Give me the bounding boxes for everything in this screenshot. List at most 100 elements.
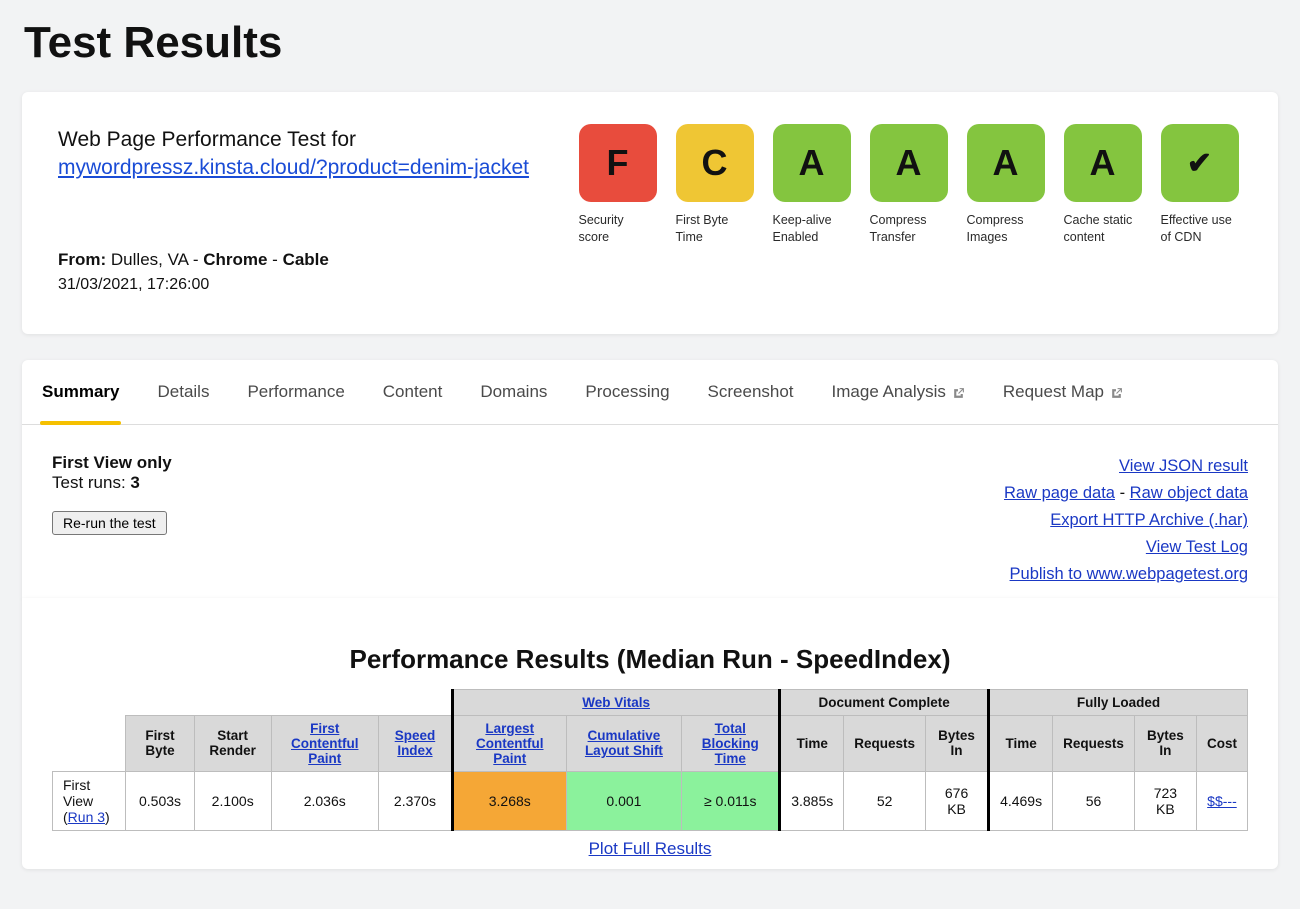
tab-domains[interactable]: Domains [480, 382, 547, 412]
from-label: From: [58, 250, 106, 269]
col-dc-requests: Requests [844, 715, 926, 771]
from-location: Dulles, VA [111, 250, 188, 269]
col-first-byte: First Byte [126, 715, 195, 771]
grade-keepalive: A Keep-alive Enabled [769, 124, 854, 246]
tab-details[interactable]: Details [157, 382, 209, 412]
page-title: Test Results [24, 18, 1278, 68]
tab-label: Request Map [1003, 382, 1104, 402]
cell-speed-index: 2.370s [378, 771, 452, 830]
col-start-render: Start Render [194, 715, 271, 771]
link-view-test-log[interactable]: View Test Log [1146, 538, 1248, 556]
col-lcp: Largest Contentful Paint [453, 715, 567, 771]
link-fcp[interactable]: First Contentful Paint [291, 721, 358, 766]
link-cost[interactable]: $$--- [1207, 793, 1237, 809]
test-runs-value: 3 [130, 473, 139, 492]
grade-label: Security score [579, 212, 657, 246]
link-raw-page[interactable]: Raw page data [1004, 484, 1115, 502]
cell-dc-time: 3.885s [780, 771, 844, 830]
col-speed-index: Speed Index [378, 715, 452, 771]
tabbar: Summary Details Performance Content Doma… [22, 360, 1278, 425]
group-web-vitals: Web Vitals [453, 689, 780, 715]
export-links: View JSON result Raw page data - Raw obj… [1004, 453, 1248, 589]
link-cls[interactable]: Cumulative Layout Shift [585, 728, 663, 758]
from-browser: Chrome [203, 250, 267, 269]
cell-dc-requests: 52 [844, 771, 926, 830]
cell-fl-time: 4.469s [989, 771, 1053, 830]
grade-badge: F [579, 124, 657, 202]
test-runs: Test runs: 3 [52, 473, 172, 493]
link-run[interactable]: Run 3 [68, 809, 105, 825]
link-lcp[interactable]: Largest Contentful Paint [476, 721, 543, 766]
grade-label: Cache static content [1064, 212, 1142, 246]
grade-label: Compress Transfer [870, 212, 948, 246]
results-table: Web Vitals Document Complete Fully Loade… [52, 689, 1248, 831]
intro-text: Web Page Performance Test for [58, 124, 555, 156]
link-speed-index[interactable]: Speed Index [395, 728, 436, 758]
cell-start-render: 2.100s [194, 771, 271, 830]
col-fcp: First Contentful Paint [271, 715, 378, 771]
cell-first-byte: 0.503s [126, 771, 195, 830]
test-summary-card: Web Page Performance Test for mywordpres… [22, 92, 1278, 334]
grade-label: Compress Images [967, 212, 1045, 246]
grade-compress-images: A Compress Images [963, 124, 1048, 246]
grade-strip: F Security score C First Byte Time A Kee… [575, 124, 1242, 246]
link-publish[interactable]: Publish to www.webpagetest.org [1010, 565, 1248, 583]
grade-badge: C [676, 124, 754, 202]
link-export-har[interactable]: Export HTTP Archive (.har) [1050, 511, 1248, 529]
external-link-icon [1110, 385, 1123, 398]
cell-fl-requests: 56 [1053, 771, 1135, 830]
col-fl-bytes: Bytes In [1134, 715, 1196, 771]
cell-fcp: 2.036s [271, 771, 378, 830]
cell-dc-bytes: 676 KB [926, 771, 989, 830]
tab-content[interactable]: Content [383, 382, 443, 412]
external-link-icon [952, 385, 965, 398]
from-connection: Cable [283, 250, 329, 269]
tab-request-map[interactable]: Request Map [1003, 382, 1123, 412]
grade-security: F Security score [575, 124, 660, 246]
grade-badge: A [1064, 124, 1142, 202]
grade-label: First Byte Time [676, 212, 754, 246]
cell-tbt: ≥ 0.011s [682, 771, 780, 830]
link-view-json[interactable]: View JSON result [1119, 457, 1248, 475]
tab-summary[interactable]: Summary [42, 382, 119, 412]
link-plot-full-results[interactable]: Plot Full Results [589, 839, 712, 858]
rerun-button[interactable]: Re-run the test [52, 511, 167, 535]
performance-results: Performance Results (Median Run - SpeedI… [22, 598, 1278, 869]
test-runs-label: Test runs: [52, 473, 130, 492]
link-web-vitals[interactable]: Web Vitals [582, 695, 650, 710]
link-tbt[interactable]: Total Blocking Time [702, 721, 759, 766]
grade-compress-transfer: A Compress Transfer [866, 124, 951, 246]
cell-cls: 0.001 [566, 771, 682, 830]
col-tbt: Total Blocking Time [682, 715, 780, 771]
tab-screenshot[interactable]: Screenshot [708, 382, 794, 412]
link-raw-object[interactable]: Raw object data [1130, 484, 1248, 502]
col-dc-time: Time [780, 715, 844, 771]
table-row: First View (Run 3) 0.503s 2.100s 2.036s … [53, 771, 1248, 830]
tab-label: Image Analysis [832, 382, 946, 402]
cell-lcp: 3.268s [453, 771, 567, 830]
cell-fl-bytes: 723 KB [1134, 771, 1196, 830]
group-fully-loaded: Fully Loaded [989, 689, 1248, 715]
row-label: First View (Run 3) [53, 771, 126, 830]
tab-image-analysis[interactable]: Image Analysis [832, 382, 965, 412]
grade-cache-static: A Cache static content [1060, 124, 1145, 246]
col-fl-requests: Requests [1053, 715, 1135, 771]
grade-first-byte: C First Byte Time [672, 124, 757, 246]
tested-url-link[interactable]: mywordpressz.kinsta.cloud/?product=denim… [58, 156, 529, 179]
col-cls: Cumulative Layout Shift [566, 715, 682, 771]
perf-title: Performance Results (Median Run - SpeedI… [52, 644, 1248, 675]
grade-badge: A [967, 124, 1045, 202]
test-meta: From: Dulles, VA - Chrome - Cable 31/03/… [58, 250, 555, 294]
grade-label: Effective use of CDN [1161, 212, 1239, 246]
col-fl-time: Time [989, 715, 1053, 771]
tab-processing[interactable]: Processing [585, 382, 669, 412]
detail-card: Summary Details Performance Content Doma… [22, 360, 1278, 599]
grade-badge: A [773, 124, 851, 202]
cell-cost: $$--- [1196, 771, 1247, 830]
tab-performance[interactable]: Performance [247, 382, 344, 412]
grade-cdn: ✔ Effective use of CDN [1157, 124, 1242, 246]
first-view-only: First View only [52, 453, 172, 473]
grade-label: Keep-alive Enabled [773, 212, 851, 246]
col-dc-bytes: Bytes In [926, 715, 989, 771]
timestamp: 31/03/2021, 17:26:00 [58, 276, 555, 294]
